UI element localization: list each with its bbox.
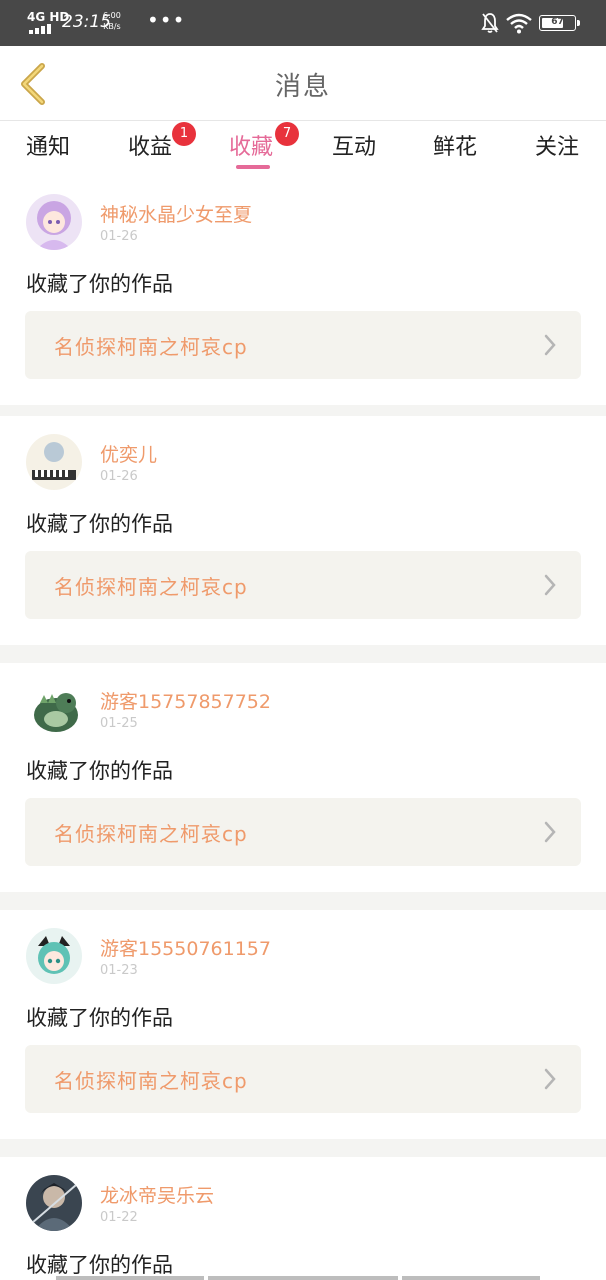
action-text: 收藏了你的作品 — [26, 272, 173, 296]
work-title: 名侦探柯南之柯哀cp — [54, 1069, 248, 1093]
page-title: 消息 — [274, 72, 331, 102]
work-title: 名侦探柯南之柯哀cp — [54, 335, 248, 359]
avatar[interactable] — [26, 681, 82, 737]
list-item: 优奕儿 01-26 收藏了你的作品 名侦探柯南之柯哀cp — [0, 416, 606, 645]
bell-muted-icon — [481, 13, 499, 33]
battery-icon: 67 — [539, 15, 580, 31]
gesture-bar — [56, 1276, 540, 1280]
username[interactable]: 优奕儿 — [100, 440, 157, 467]
timestamp: 01-26 — [100, 229, 138, 244]
username[interactable]: 龙冰帝吴乐云 — [100, 1181, 214, 1208]
work-link[interactable]: 名侦探柯南之柯哀cp — [25, 551, 581, 619]
username[interactable]: 游客15757857752 — [100, 687, 271, 714]
timestamp: 01-23 — [100, 963, 138, 978]
list-item: 游客15550761157 01-23 收藏了你的作品 名侦探柯南之柯哀cp — [0, 910, 606, 1139]
timestamp: 01-25 — [100, 716, 138, 731]
action-text: 收藏了你的作品 — [26, 759, 173, 783]
work-link[interactable]: 名侦探柯南之柯哀cp — [25, 311, 581, 379]
signal-icon — [29, 24, 53, 34]
status-bar: 4G HD 23:15 6.00 KB/s ••• 67 — [0, 0, 606, 46]
list-item: 神秘水晶少女至夏 01-26 收藏了你的作品 名侦探柯南之柯哀cp — [0, 176, 606, 405]
work-link[interactable]: 名侦探柯南之柯哀cp — [25, 1045, 581, 1113]
tab-label: 互动 — [331, 135, 376, 160]
timestamp: 01-22 — [100, 1210, 138, 1225]
tab-follows[interactable]: 关注 — [517, 129, 597, 161]
list-item: 游客15757857752 01-25 收藏了你的作品 名侦探柯南之柯哀cp — [0, 663, 606, 892]
chevron-right-icon — [544, 1068, 556, 1090]
unread-badge: 7 — [275, 122, 299, 146]
timestamp: 01-26 — [100, 469, 138, 484]
network-speed-value: 6.00 — [103, 11, 121, 20]
wifi-icon — [506, 13, 532, 34]
list-item: 龙冰帝吴乐云 01-22 收藏了你的作品 — [0, 1157, 606, 1280]
action-text: 收藏了你的作品 — [26, 1253, 173, 1277]
action-text: 收藏了你的作品 — [26, 512, 173, 536]
battery-level: 67 — [551, 17, 564, 27]
work-title: 名侦探柯南之柯哀cp — [54, 822, 248, 846]
action-text: 收藏了你的作品 — [26, 1006, 173, 1030]
username[interactable]: 游客15550761157 — [100, 934, 271, 961]
header: 消息 — [0, 46, 606, 121]
work-title: 名侦探柯南之柯哀cp — [54, 575, 248, 599]
active-tab-indicator — [236, 165, 270, 169]
tab-label: 收益 — [127, 135, 172, 160]
tab-bar: 通知 收益 1 收藏 7 互动 鲜花 关注 — [0, 121, 606, 176]
username[interactable]: 神秘水晶少女至夏 — [100, 200, 252, 227]
work-link[interactable]: 名侦探柯南之柯哀cp — [25, 798, 581, 866]
chevron-right-icon — [544, 821, 556, 843]
tab-label: 收藏 — [228, 135, 273, 160]
tab-notifications[interactable]: 通知 — [8, 129, 88, 161]
avatar[interactable] — [26, 1175, 82, 1231]
chevron-right-icon — [544, 334, 556, 356]
tab-label: 关注 — [534, 135, 579, 160]
network-speed: 6.00 KB/s — [103, 10, 121, 32]
avatar[interactable] — [26, 928, 82, 984]
tab-interactions[interactable]: 互动 — [314, 129, 394, 161]
avatar[interactable] — [26, 434, 82, 490]
more-notifications-icon: ••• — [147, 8, 186, 32]
tab-favorites[interactable]: 收藏 7 — [211, 122, 299, 161]
avatar[interactable] — [26, 194, 82, 250]
tab-label: 通知 — [25, 135, 70, 160]
chevron-right-icon — [544, 574, 556, 596]
tab-flowers[interactable]: 鲜花 — [415, 129, 495, 161]
tab-label: 鲜花 — [432, 135, 477, 160]
network-speed-unit: KB/s — [103, 22, 121, 31]
tab-earnings[interactable]: 收益 1 — [110, 122, 196, 161]
unread-badge: 1 — [172, 122, 196, 146]
